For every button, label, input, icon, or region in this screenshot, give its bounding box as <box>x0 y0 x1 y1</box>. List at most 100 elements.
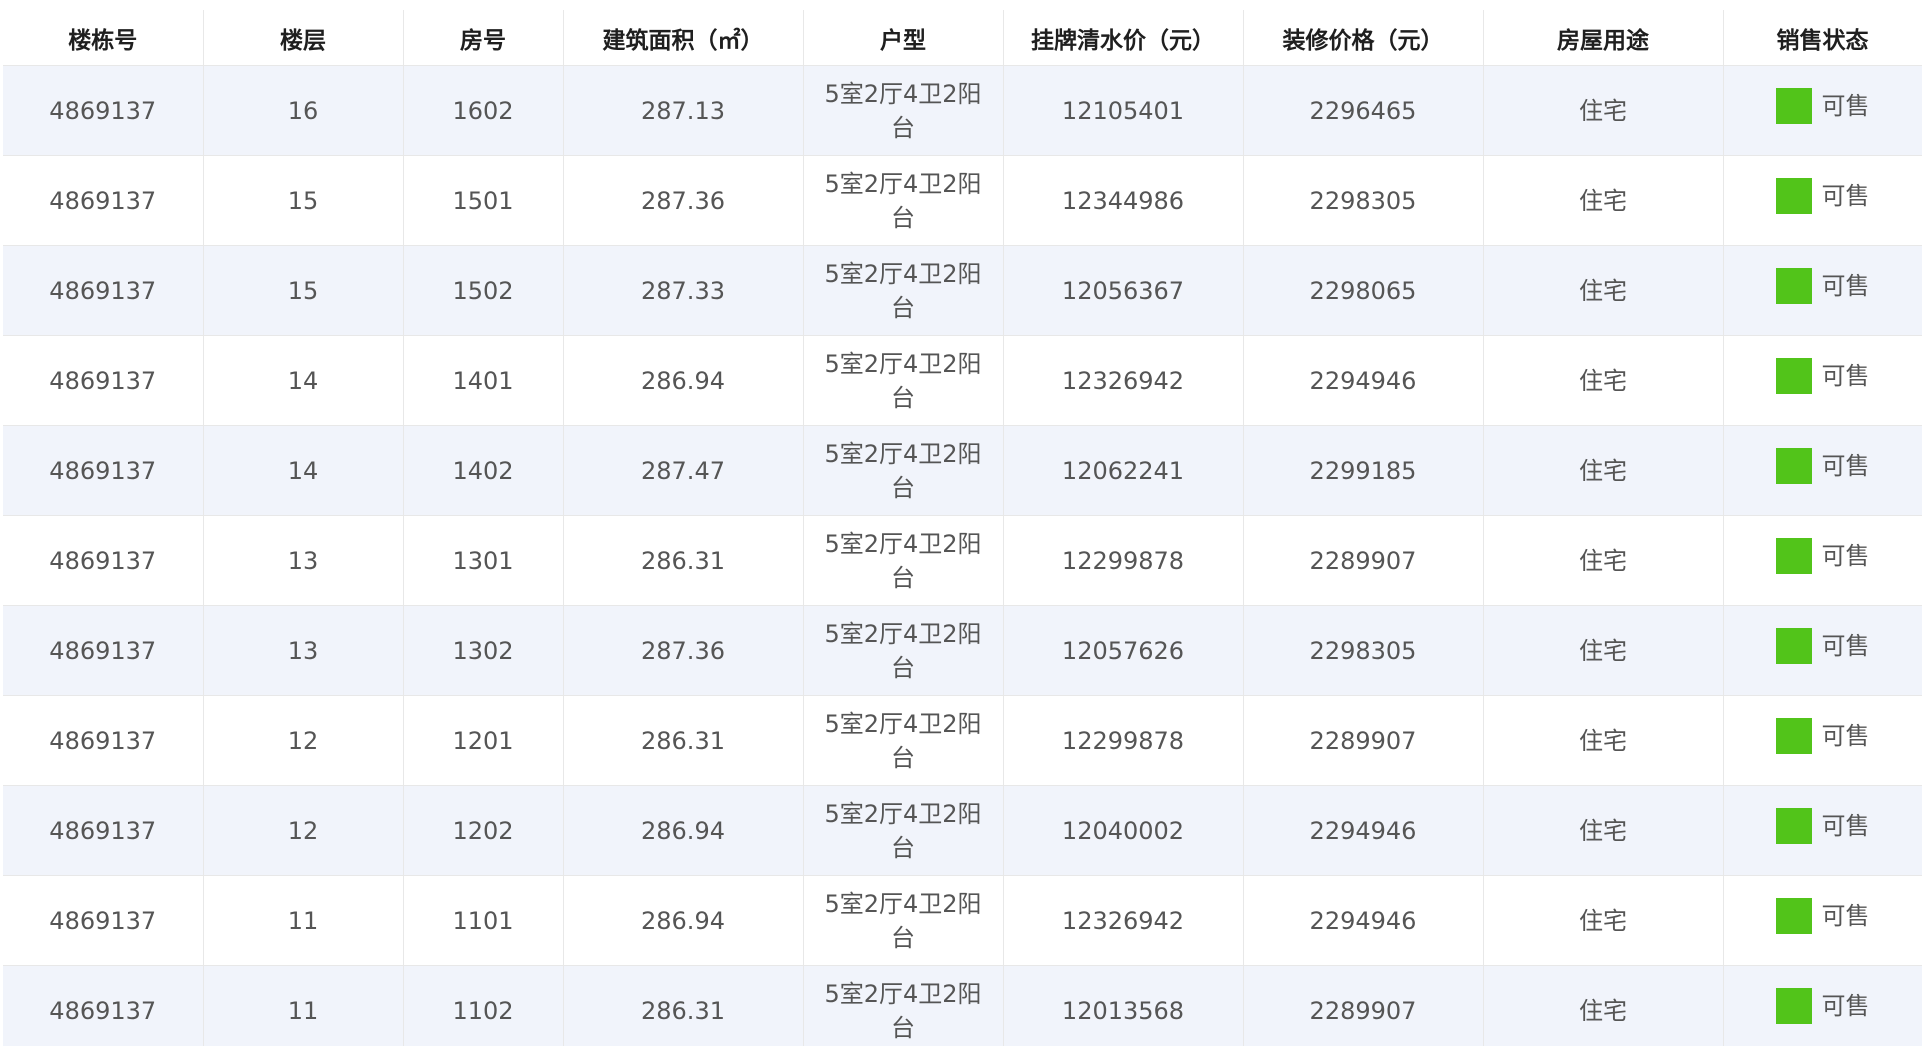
table-row[interactable]: 4869137 13 1302 287.36 5室2厅4卫2阳台 12057626 2298… <box>3 605 1922 696</box>
status-badge: 可售 <box>1775 718 1870 754</box>
cell-status: 可售 <box>1723 155 1922 246</box>
layout-text: 5室2厅4卫2阳台 <box>824 529 982 592</box>
cell-list-price: 12040002 <box>1003 785 1244 876</box>
cell-area: 286.94 <box>563 335 804 426</box>
cell-layout: 5室2厅4卫2阳台 <box>803 695 1004 786</box>
cell-list-price: 12013568 <box>1003 965 1244 1046</box>
cell-list-price: 12057626 <box>1003 605 1244 696</box>
cell-usage: 住宅 <box>1483 605 1724 696</box>
status-badge: 可售 <box>1775 178 1870 214</box>
layout-text: 5室2厅4卫2阳台 <box>824 709 982 772</box>
cell-building: 4869137 <box>3 335 204 426</box>
status-badge: 可售 <box>1775 358 1870 394</box>
cell-decoration-price: 2296465 <box>1243 65 1484 156</box>
cell-floor: 11 <box>203 875 404 966</box>
cell-decoration-price: 2294946 <box>1243 335 1484 426</box>
cell-usage: 住宅 <box>1483 335 1724 426</box>
column-header-floor[interactable]: 楼层 <box>203 10 404 66</box>
status-label: 可售 <box>1821 452 1870 480</box>
cell-status: 可售 <box>1723 965 1922 1046</box>
cell-area: 286.94 <box>563 875 804 966</box>
cell-status: 可售 <box>1723 425 1922 516</box>
column-header-area[interactable]: 建筑面积（㎡） <box>563 10 804 66</box>
column-header-layout[interactable]: 户型 <box>803 10 1004 66</box>
table-row[interactable]: 4869137 12 1202 286.94 5室2厅4卫2阳台 12040002 2294… <box>3 785 1922 876</box>
table-header-row: 楼栋号 楼层 房号 建筑面积（㎡） 户型 挂牌清水价（元） 装修价格（元） 房屋… <box>3 10 1922 66</box>
cell-area: 287.47 <box>563 425 804 516</box>
cell-floor: 13 <box>203 605 404 696</box>
status-indicator-icon <box>1775 808 1812 844</box>
status-label: 可售 <box>1821 362 1870 390</box>
layout-text: 5室2厅4卫2阳台 <box>824 349 982 412</box>
status-indicator-icon <box>1775 88 1812 124</box>
status-indicator-icon <box>1775 988 1812 1024</box>
table-row[interactable]: 4869137 14 1401 286.94 5室2厅4卫2阳台 12326942 2294… <box>3 335 1922 426</box>
table-row[interactable]: 4869137 11 1101 286.94 5室2厅4卫2阳台 12326942 2294… <box>3 875 1922 966</box>
layout-text: 5室2厅4卫2阳台 <box>824 169 982 232</box>
cell-status: 可售 <box>1723 695 1922 786</box>
cell-usage: 住宅 <box>1483 65 1724 156</box>
cell-room: 1102 <box>403 965 564 1046</box>
cell-usage: 住宅 <box>1483 425 1724 516</box>
cell-area: 286.31 <box>563 515 804 606</box>
cell-layout: 5室2厅4卫2阳台 <box>803 785 1004 876</box>
table-row[interactable]: 4869137 12 1201 286.31 5室2厅4卫2阳台 12299878 2289… <box>3 695 1922 786</box>
status-badge: 可售 <box>1775 628 1870 664</box>
table-row[interactable]: 4869137 11 1102 286.31 5室2厅4卫2阳台 12013568 2289… <box>3 965 1922 1046</box>
layout-text: 5室2厅4卫2阳台 <box>824 979 982 1042</box>
cell-list-price: 12299878 <box>1003 515 1244 606</box>
status-label: 可售 <box>1821 182 1870 210</box>
cell-decoration-price: 2294946 <box>1243 785 1484 876</box>
table-row[interactable]: 4869137 16 1602 287.13 5室2厅4卫2阳台 12105401 2296… <box>3 65 1922 156</box>
column-header-list-price[interactable]: 挂牌清水价（元） <box>1003 10 1244 66</box>
column-header-building[interactable]: 楼栋号 <box>3 10 204 66</box>
cell-building: 4869137 <box>3 65 204 156</box>
status-label: 可售 <box>1821 812 1870 840</box>
cell-layout: 5室2厅4卫2阳台 <box>803 335 1004 426</box>
cell-layout: 5室2厅4卫2阳台 <box>803 605 1004 696</box>
cell-layout: 5室2厅4卫2阳台 <box>803 245 1004 336</box>
cell-status: 可售 <box>1723 245 1922 336</box>
layout-text: 5室2厅4卫2阳台 <box>824 799 982 862</box>
table-row[interactable]: 4869137 14 1402 287.47 5室2厅4卫2阳台 12062241 2299… <box>3 425 1922 516</box>
status-badge: 可售 <box>1775 448 1870 484</box>
table-row[interactable]: 4869137 15 1502 287.33 5室2厅4卫2阳台 12056367 2298… <box>3 245 1922 336</box>
table-row[interactable]: 4869137 13 1301 286.31 5室2厅4卫2阳台 12299878 2289… <box>3 515 1922 606</box>
status-indicator-icon <box>1775 718 1812 754</box>
cell-area: 287.36 <box>563 605 804 696</box>
cell-layout: 5室2厅4卫2阳台 <box>803 875 1004 966</box>
column-header-status[interactable]: 销售状态 <box>1723 10 1922 66</box>
column-header-room[interactable]: 房号 <box>403 10 564 66</box>
cell-room: 1301 <box>403 515 564 606</box>
cell-floor: 14 <box>203 425 404 516</box>
cell-list-price: 12105401 <box>1003 65 1244 156</box>
cell-list-price: 12299878 <box>1003 695 1244 786</box>
layout-text: 5室2厅4卫2阳台 <box>824 259 982 322</box>
status-indicator-icon <box>1775 448 1812 484</box>
cell-decoration-price: 2298305 <box>1243 605 1484 696</box>
cell-status: 可售 <box>1723 65 1922 156</box>
cell-building: 4869137 <box>3 695 204 786</box>
cell-building: 4869137 <box>3 785 204 876</box>
status-label: 可售 <box>1821 902 1870 930</box>
cell-room: 1501 <box>403 155 564 246</box>
cell-status: 可售 <box>1723 605 1922 696</box>
cell-room: 1201 <box>403 695 564 786</box>
cell-area: 286.31 <box>563 965 804 1046</box>
table-row[interactable]: 4869137 15 1501 287.36 5室2厅4卫2阳台 12344986 2298… <box>3 155 1922 246</box>
cell-floor: 15 <box>203 155 404 246</box>
cell-layout: 5室2厅4卫2阳台 <box>803 965 1004 1046</box>
cell-room: 1202 <box>403 785 564 876</box>
cell-layout: 5室2厅4卫2阳台 <box>803 65 1004 156</box>
cell-floor: 12 <box>203 785 404 876</box>
cell-usage: 住宅 <box>1483 245 1724 336</box>
cell-usage: 住宅 <box>1483 155 1724 246</box>
cell-decoration-price: 2299185 <box>1243 425 1484 516</box>
table-body: 4869137 16 1602 287.13 5室2厅4卫2阳台 12105401 2296… <box>3 65 1922 1046</box>
cell-status: 可售 <box>1723 875 1922 966</box>
column-header-decoration-price[interactable]: 装修价格（元） <box>1243 10 1484 66</box>
layout-text: 5室2厅4卫2阳台 <box>824 619 982 682</box>
housing-sales-table: 楼栋号 楼层 房号 建筑面积（㎡） 户型 挂牌清水价（元） 装修价格（元） 房屋… <box>3 10 1922 1046</box>
column-header-usage[interactable]: 房屋用途 <box>1483 10 1724 66</box>
status-label: 可售 <box>1821 722 1870 750</box>
